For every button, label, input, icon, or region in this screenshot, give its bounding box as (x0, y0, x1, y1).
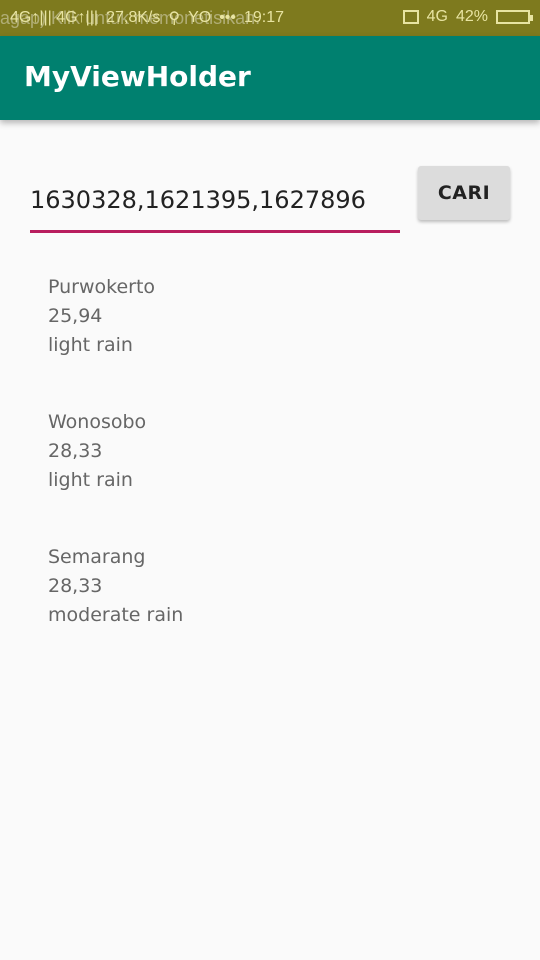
search-button[interactable]: CARI (418, 166, 510, 220)
app-bar: MyViewHolder (0, 36, 540, 120)
status-left-group: 4G↑||| 4G↑||| 27,8K/s ⚲ YO ••• 19:17 (10, 8, 284, 28)
list-item[interactable]: Purwokerto 25,94 light rain (48, 273, 488, 408)
weather-description: light rain (48, 469, 133, 491)
list-item[interactable]: Wonosobo 28,33 light rain (48, 408, 488, 543)
vibrate-icon (402, 10, 419, 24)
city-id-input[interactable] (30, 170, 400, 233)
weather-list: Purwokerto 25,94 light rain Wonosobo 28,… (48, 273, 488, 678)
city-name: Wonosobo (48, 411, 147, 433)
weather-description: light rain (48, 334, 133, 356)
temperature: 28,33 (48, 575, 103, 597)
city-name: Semarang (48, 546, 146, 568)
battery-percent: 42% (455, 8, 488, 25)
battery-icon (496, 10, 533, 24)
clock: 19:17 (244, 9, 285, 26)
app-title: MyViewHolder (24, 60, 251, 93)
signal-indicator: 4G↑||| 4G↑||| (10, 9, 99, 26)
usb-icon: ⚲ (168, 10, 181, 27)
city-name: Purwokerto (48, 276, 156, 298)
network-type: 4G (426, 8, 448, 25)
notification-icon: YO (188, 9, 212, 26)
more-notifications-icon: ••• (219, 9, 236, 26)
temperature: 25,94 (48, 305, 103, 327)
status-right-group: 4G 42% (402, 8, 533, 26)
list-item[interactable]: Semarang 28,33 moderate rain (48, 543, 488, 678)
status-bar: agap) Klik untuk memonetisikan. 4G↑||| 4… (0, 0, 540, 36)
temperature: 28,33 (48, 440, 103, 462)
network-speed: 27,8K/s (106, 9, 161, 26)
weather-description: moderate rain (48, 604, 184, 626)
